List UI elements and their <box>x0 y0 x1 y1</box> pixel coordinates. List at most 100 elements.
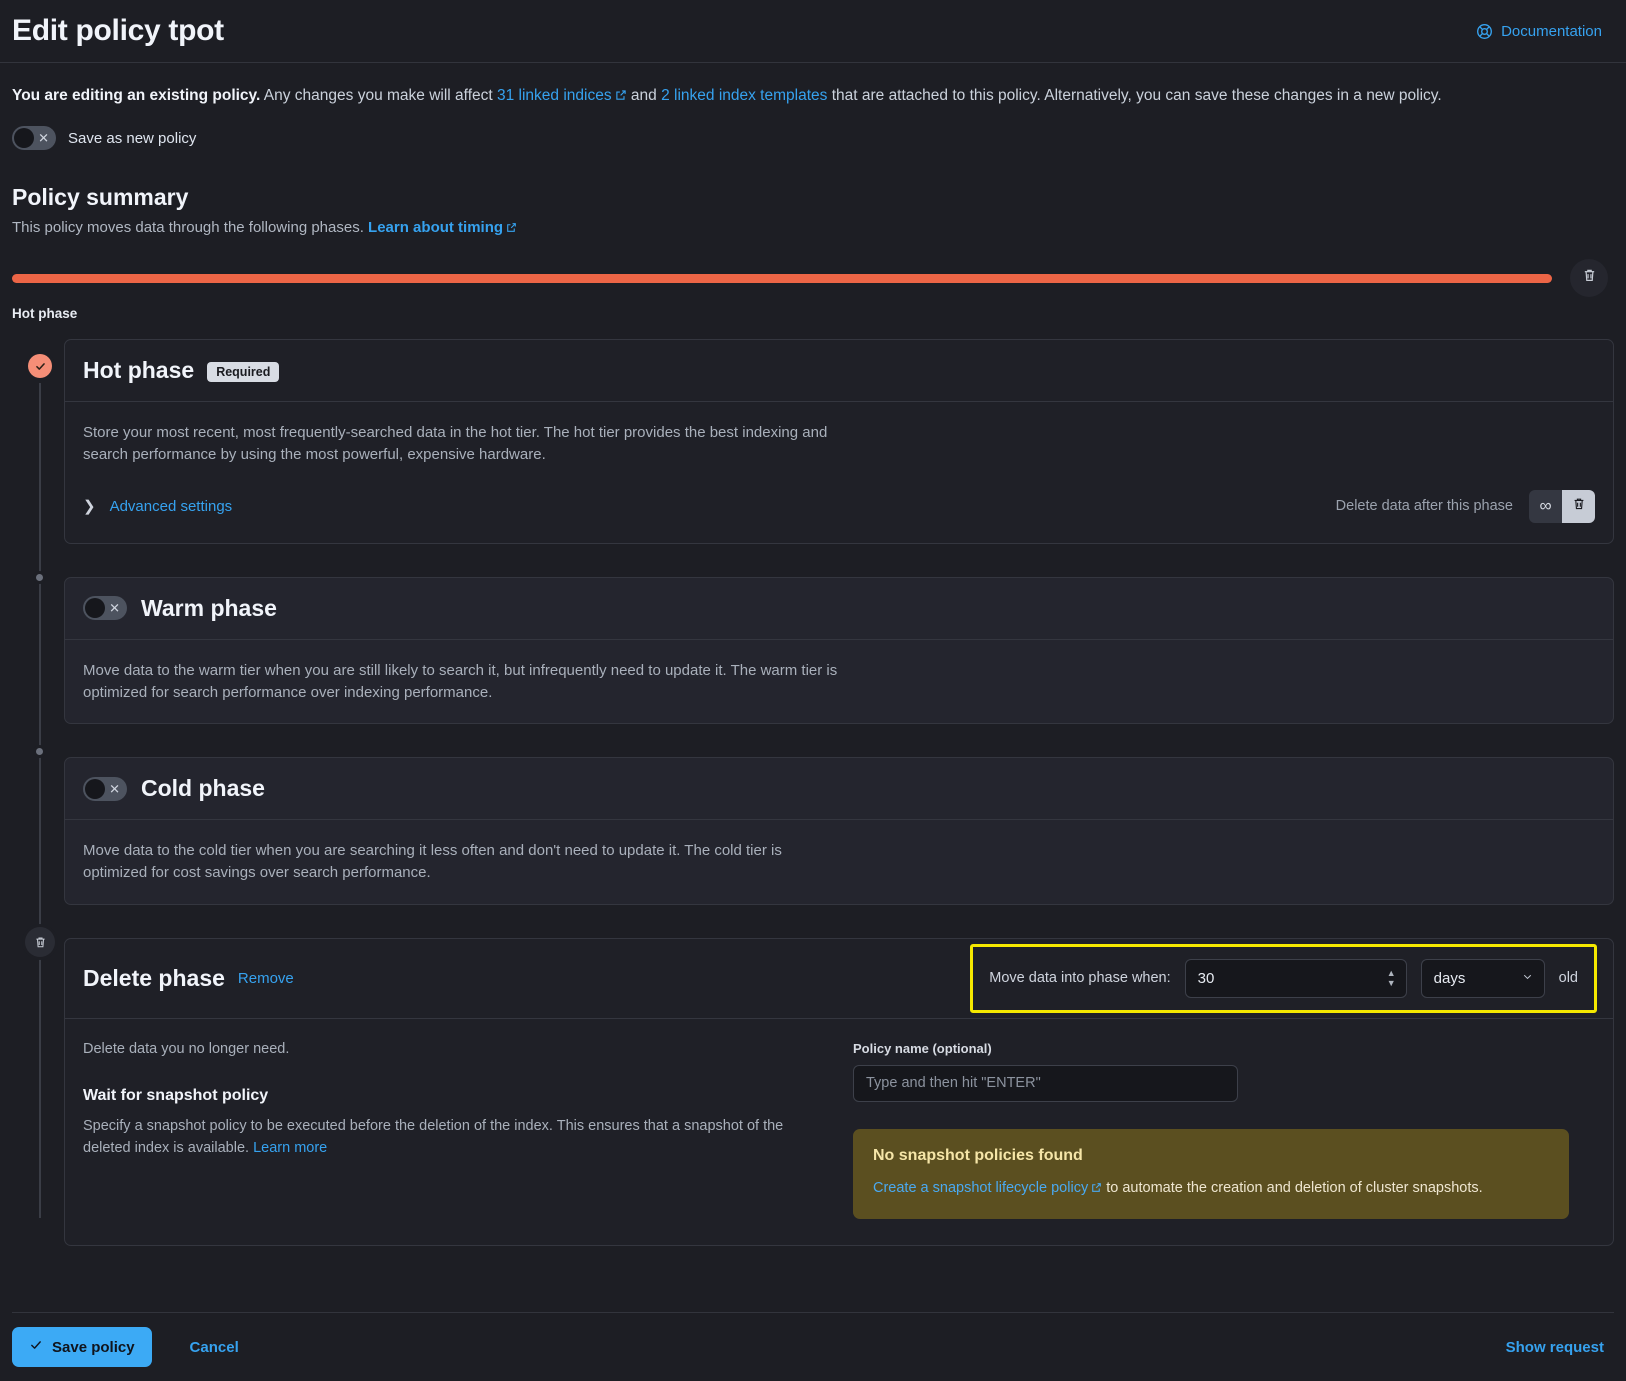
move-data-timing-highlight: Move data into phase when: 30 ▲▼ days ol… <box>970 944 1597 1013</box>
move-data-timing-label: Move data into phase when: <box>989 970 1170 986</box>
help-circle-icon <box>1476 23 1493 40</box>
cancel-button[interactable]: Cancel <box>190 1339 239 1356</box>
policy-timeline <box>0 259 1626 297</box>
delete-phase-title-group: Delete phase Remove <box>83 965 294 992</box>
delete-phase-title: Delete phase <box>83 965 225 992</box>
close-icon: ✕ <box>109 602 120 615</box>
page-header: Edit policy tpot Documentation <box>0 0 1626 62</box>
snapshot-policy-title: Wait for snapshot policy <box>83 1087 823 1105</box>
external-link-icon <box>506 220 517 237</box>
close-icon: ✕ <box>109 782 120 795</box>
timeline-delete-button[interactable] <box>1570 259 1608 297</box>
hot-advanced-settings-label: Advanced settings <box>110 498 233 515</box>
delete-phase-left-column: Delete data you no longer need. Wait for… <box>83 1041 823 1219</box>
timeline-hot-segment <box>12 274 1552 283</box>
delete-data-option[interactable] <box>1562 490 1595 523</box>
required-badge: Required <box>207 362 279 382</box>
trash-icon <box>1581 267 1598 289</box>
chevron-down-icon <box>1521 970 1534 987</box>
cold-phase-body: Move data to the cold tier when you are … <box>65 820 1613 904</box>
policy-summary-description: This policy moves data through the follo… <box>12 219 1614 237</box>
hot-phase-controls-row: ❯ Advanced settings Delete data after th… <box>83 490 1595 523</box>
delete-after-phase-group: Delete data after this phase ∞ <box>1336 490 1595 523</box>
delete-after-phase-label: Delete data after this phase <box>1336 498 1513 514</box>
delete-phase-right-column: Policy name (optional) Type and then hit… <box>847 1041 1595 1219</box>
warm-phase-toggle[interactable]: ✕ <box>83 596 127 620</box>
save-policy-button[interactable]: Save policy <box>12 1327 152 1367</box>
cold-phase-card: ✕ Cold phase Move data to the cold tier … <box>64 757 1614 905</box>
cold-phase-node <box>36 748 43 755</box>
toggle-knob <box>85 598 105 618</box>
timing-value: 30 <box>1198 970 1215 987</box>
create-snapshot-policy-link[interactable]: Create a snapshot lifecycle policy <box>873 1180 1088 1196</box>
snapshot-policy-description: Specify a snapshot policy to be executed… <box>83 1116 798 1160</box>
save-as-new-policy-row: ✕ Save as new policy <box>0 108 1626 150</box>
delete-phase-card: Delete phase Remove Move data into phase… <box>64 938 1614 1246</box>
linked-templates-link[interactable]: 2 linked index templates <box>661 87 827 104</box>
cold-phase-title: Cold phase <box>141 775 265 802</box>
external-link-icon <box>1091 1179 1102 1199</box>
timing-unit-select[interactable]: days <box>1421 959 1545 998</box>
warm-phase-card: ✕ Warm phase Move data to the warm tier … <box>64 577 1614 725</box>
cold-phase-description: Move data to the cold tier when you are … <box>83 840 843 884</box>
policy-name-input[interactable]: Type and then hit "ENTER" <box>853 1065 1238 1102</box>
edit-policy-page: Edit policy tpot Documentation You are e… <box>0 0 1626 1381</box>
save-policy-label: Save policy <box>52 1339 135 1356</box>
timeline-caption: Hot phase <box>0 297 1626 321</box>
timing-suffix-label: old <box>1559 970 1578 986</box>
delete-phase-body: Delete data you no longer need. Wait for… <box>65 1019 1613 1245</box>
trash-icon <box>1571 496 1587 517</box>
linked-templates-label: 2 linked index templates <box>661 87 827 104</box>
hot-phase-description: Store your most recent, most frequently-… <box>83 422 843 466</box>
warm-phase-header: ✕ Warm phase <box>65 578 1613 640</box>
infinity-icon: ∞ <box>1539 496 1551 516</box>
callout-text: Create a snapshot lifecycle policy to au… <box>873 1178 1549 1199</box>
documentation-label: Documentation <box>1501 23 1602 40</box>
timing-value-input[interactable]: 30 ▲▼ <box>1185 959 1407 998</box>
warm-phase-node <box>36 574 43 581</box>
page-title: Edit policy tpot <box>12 14 224 48</box>
editing-notice: You are editing an existing policy. Any … <box>0 63 1626 108</box>
policy-summary-title: Policy summary <box>12 184 1614 211</box>
delete-phase-node <box>25 927 55 957</box>
warm-phase-body: Move data to the warm tier when you are … <box>65 640 1613 724</box>
notice-text-3: that are attached to this policy. Altern… <box>827 87 1441 104</box>
delete-phase-note: Delete data you no longer need. <box>83 1041 823 1057</box>
notice-text-1: Any changes you make will affect <box>260 87 497 104</box>
policy-summary-text: This policy moves data through the follo… <box>12 219 364 236</box>
snapshot-policy-text: Specify a snapshot policy to be executed… <box>83 1118 783 1156</box>
snapshot-learn-more-link[interactable]: Learn more <box>253 1140 327 1156</box>
timing-unit-value: days <box>1434 970 1466 987</box>
no-snapshot-policies-callout: No snapshot policies found Create a snap… <box>853 1129 1569 1219</box>
save-as-new-policy-toggle[interactable]: ✕ <box>12 126 56 150</box>
documentation-link[interactable]: Documentation <box>1476 23 1614 40</box>
retention-option-group: ∞ <box>1529 490 1595 523</box>
hot-phase-title: Hot phase <box>83 357 194 384</box>
save-as-new-policy-label: Save as new policy <box>68 130 196 147</box>
hot-advanced-settings-toggle[interactable]: ❯ Advanced settings <box>83 498 232 515</box>
create-snapshot-policy-label: Create a snapshot lifecycle policy <box>873 1180 1088 1196</box>
policy-name-label: Policy name (optional) <box>853 1041 1595 1056</box>
phase-rail <box>39 383 41 1218</box>
toggle-knob <box>85 779 105 799</box>
hot-phase-body: Store your most recent, most frequently-… <box>65 402 1613 543</box>
keep-forever-option[interactable]: ∞ <box>1529 490 1562 523</box>
cold-phase-header: ✕ Cold phase <box>65 758 1613 820</box>
policy-summary: Policy summary This policy moves data th… <box>0 150 1626 237</box>
learn-about-timing-label: Learn about timing <box>368 219 503 236</box>
cold-phase-toggle[interactable]: ✕ <box>83 777 127 801</box>
close-icon: ✕ <box>38 132 49 145</box>
show-request-link[interactable]: Show request <box>1506 1339 1614 1356</box>
notice-lead: You are editing an existing policy. <box>12 87 260 104</box>
phases-container: Hot phase Required Store your most recen… <box>0 321 1626 1246</box>
linked-indices-link[interactable]: 31 linked indices <box>497 87 612 104</box>
policy-name-placeholder: Type and then hit "ENTER" <box>866 1075 1041 1091</box>
learn-about-timing-link[interactable]: Learn about timing <box>368 219 503 236</box>
callout-title: No snapshot policies found <box>873 1147 1549 1165</box>
chevron-right-icon: ❯ <box>83 499 96 514</box>
number-spinner-icon[interactable]: ▲▼ <box>1387 969 1396 987</box>
hot-phase-node <box>28 354 52 378</box>
notice-text-2: and <box>627 87 661 104</box>
remove-delete-phase-link[interactable]: Remove <box>238 970 294 987</box>
hot-phase-card: Hot phase Required Store your most recen… <box>64 339 1614 544</box>
